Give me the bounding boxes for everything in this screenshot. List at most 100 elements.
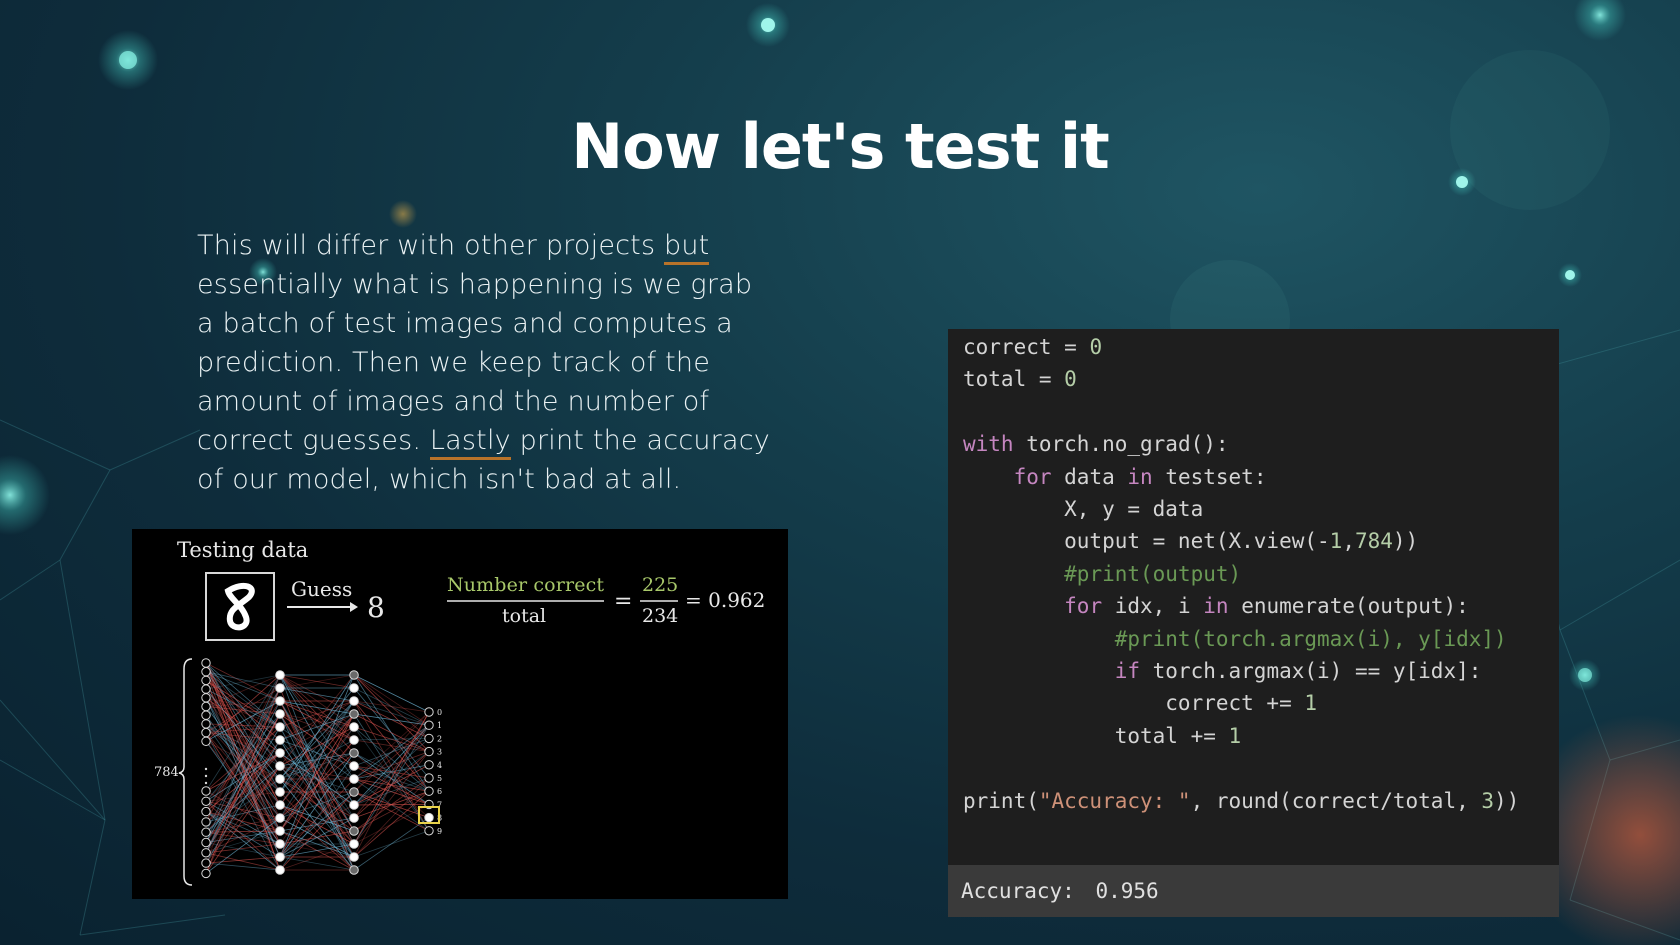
neuron (201, 827, 211, 837)
neuron (275, 826, 285, 836)
output-digit-label: 4 (437, 761, 442, 770)
network-connection (205, 862, 281, 871)
output-neuron (424, 812, 434, 823)
neuron (201, 701, 211, 712)
output-digit-label: 9 (437, 827, 442, 836)
output-value: 0.956 (1095, 879, 1159, 903)
neuron (275, 748, 285, 758)
neuron (349, 865, 359, 875)
code-line: for data in testset: (1013, 464, 1267, 489)
output-neuron (424, 733, 434, 744)
digit-eight-image (224, 582, 255, 631)
neuron (275, 865, 285, 875)
network-connection (353, 711, 430, 780)
neuron (349, 748, 359, 758)
output-digit-label: 2 (437, 734, 442, 743)
numerator-value: 225 (642, 574, 678, 596)
paragraph-underlined-1: but (664, 230, 710, 265)
code-line: print("Accuracy: ", round(correct/total,… (963, 788, 1520, 813)
output-neuron (424, 773, 434, 783)
guess-label: Guess (291, 577, 352, 601)
neuron (201, 786, 211, 796)
code-line: total += 1 (963, 723, 1242, 748)
neuron (275, 696, 285, 706)
code-line: correct = 0 (963, 335, 1103, 359)
network-connection (205, 674, 281, 864)
network-diagram: Testing data Guess 8 Number correct tota… (154, 538, 765, 886)
network-connection (279, 700, 355, 806)
neuron (201, 736, 211, 747)
code-line: X, y = data (963, 497, 1204, 522)
neuron (201, 710, 211, 720)
description-paragraph: This will differ with other projects but… (197, 226, 777, 499)
paragraph-text-1: This will differ with other projects (197, 230, 665, 261)
neuron (275, 683, 285, 693)
neuron (349, 696, 359, 706)
neuron (349, 787, 359, 797)
neuron (349, 774, 359, 784)
guess-arrow-head (350, 602, 358, 612)
output-digit-label: 6 (437, 787, 442, 796)
neuron (349, 709, 359, 719)
neuron (201, 667, 211, 677)
denominator-value: 234 (642, 605, 678, 627)
output-digit-label: 1 (437, 721, 442, 730)
network-connection (279, 700, 355, 780)
neuron (201, 727, 211, 738)
neuron (275, 735, 285, 745)
neuron (201, 868, 211, 879)
neuron (349, 839, 359, 849)
neuron (275, 722, 285, 732)
testing-data-figure: Testing data Guess 8 Number correct tota… (132, 529, 788, 899)
guess-value: 8 (367, 591, 385, 624)
code-line: correct += 1 (963, 691, 1318, 716)
slide-title: Now let's test it (571, 110, 1109, 183)
neuron (275, 670, 285, 680)
ellipsis-dot (204, 767, 208, 771)
code-line: #print(torch.argmax(i), y[idx]) (1114, 626, 1507, 651)
neuron (275, 800, 285, 810)
neuron (201, 658, 211, 668)
neuron (275, 813, 285, 823)
neuron (349, 735, 359, 745)
code-line: output = net(X.view(-1,784)) (963, 529, 1419, 554)
neuron (275, 709, 285, 719)
neuron (349, 813, 359, 823)
paragraph-underlined-2: Lastly (429, 425, 511, 460)
output-neuron (424, 720, 434, 730)
neuron (275, 852, 285, 862)
code-line: #print(output) (1064, 561, 1242, 586)
neuron (275, 839, 285, 849)
code-line: if torch.argmax(i) == y[idx]: (1114, 659, 1482, 684)
neuron (349, 670, 359, 680)
network-connection (353, 777, 430, 858)
network-connection (353, 674, 430, 726)
neuron (349, 683, 359, 693)
code-line: total = 0 (963, 367, 1077, 392)
neuron (201, 848, 211, 858)
input-size-label: 784 (154, 765, 179, 780)
total-label: total (502, 605, 546, 627)
equals-sign: = (614, 589, 632, 614)
neuron (275, 774, 285, 784)
neuron (201, 796, 211, 806)
code-line: for idx, i in enumerate(output): (1064, 594, 1469, 619)
code-block: correct = 0 total = 0 with torch.no_grad… (948, 329, 1559, 817)
network-connection (279, 765, 355, 871)
neuron (201, 719, 211, 729)
neuron (349, 826, 359, 836)
neuron (349, 722, 359, 732)
neuron (201, 817, 211, 827)
network-connection (205, 674, 281, 823)
network-connection (353, 711, 430, 793)
neuron (201, 806, 211, 817)
network-connection (279, 856, 355, 871)
neuron (201, 684, 211, 694)
ellipsis-dot (204, 781, 208, 785)
ellipsis-dot (204, 774, 208, 778)
figure-heading: Testing data (177, 538, 308, 562)
output-neuron (424, 707, 434, 717)
code-line: with torch.no_grad(): (963, 432, 1229, 457)
network-connection (279, 674, 355, 858)
output-neuron (424, 786, 434, 796)
